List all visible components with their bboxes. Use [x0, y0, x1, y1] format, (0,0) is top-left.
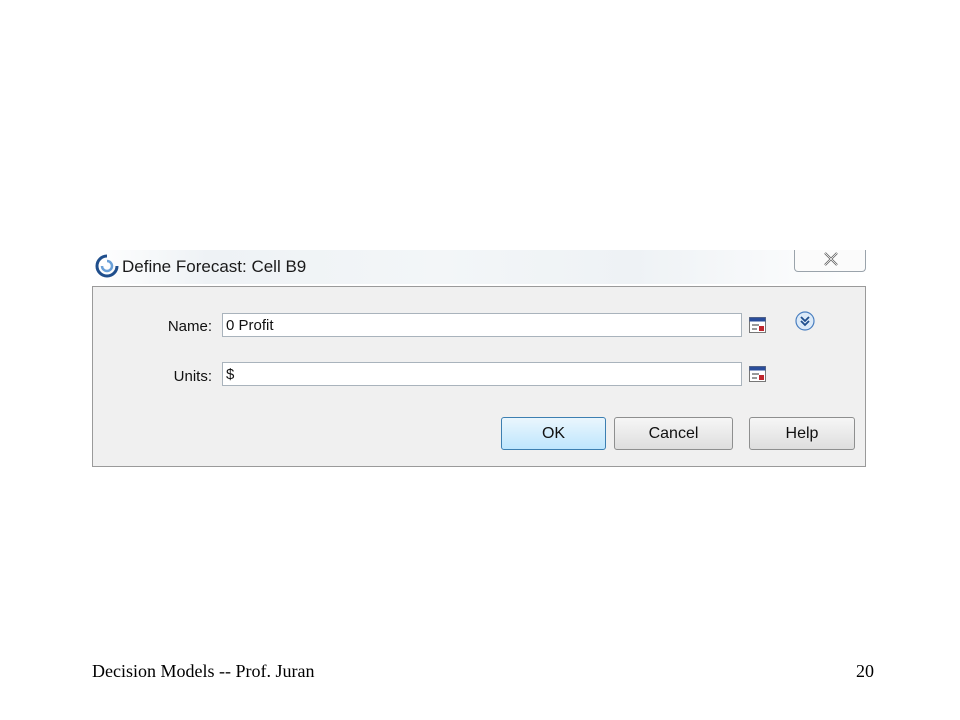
close-button[interactable]: [794, 250, 866, 272]
units-label: Units:: [173, 368, 212, 385]
cell-reference-icon[interactable]: [749, 317, 766, 333]
slide-footer: Decision Models -- Prof. Juran: [92, 661, 315, 681]
cancel-button[interactable]: Cancel: [614, 417, 733, 450]
name-field[interactable]: 0 Profit: [222, 313, 742, 337]
crystal-ball-swirl-icon: [95, 254, 119, 278]
chevron-double-down-icon[interactable]: [795, 311, 815, 331]
units-field[interactable]: $: [222, 362, 742, 386]
cell-reference-icon[interactable]: [749, 366, 766, 382]
close-icon: [824, 252, 838, 266]
help-button[interactable]: Help: [749, 417, 855, 450]
name-label: Name:: [167, 318, 212, 335]
dialog-body: Name: 0 Profit Units: $ OK Cancel Help: [92, 286, 866, 467]
ok-button[interactable]: OK: [501, 417, 606, 450]
dialog-title-bar[interactable]: Define Forecast: Cell B9: [92, 250, 866, 284]
dialog-title: Define Forecast: Cell B9: [122, 257, 307, 276]
page-number: 20: [856, 661, 874, 681]
